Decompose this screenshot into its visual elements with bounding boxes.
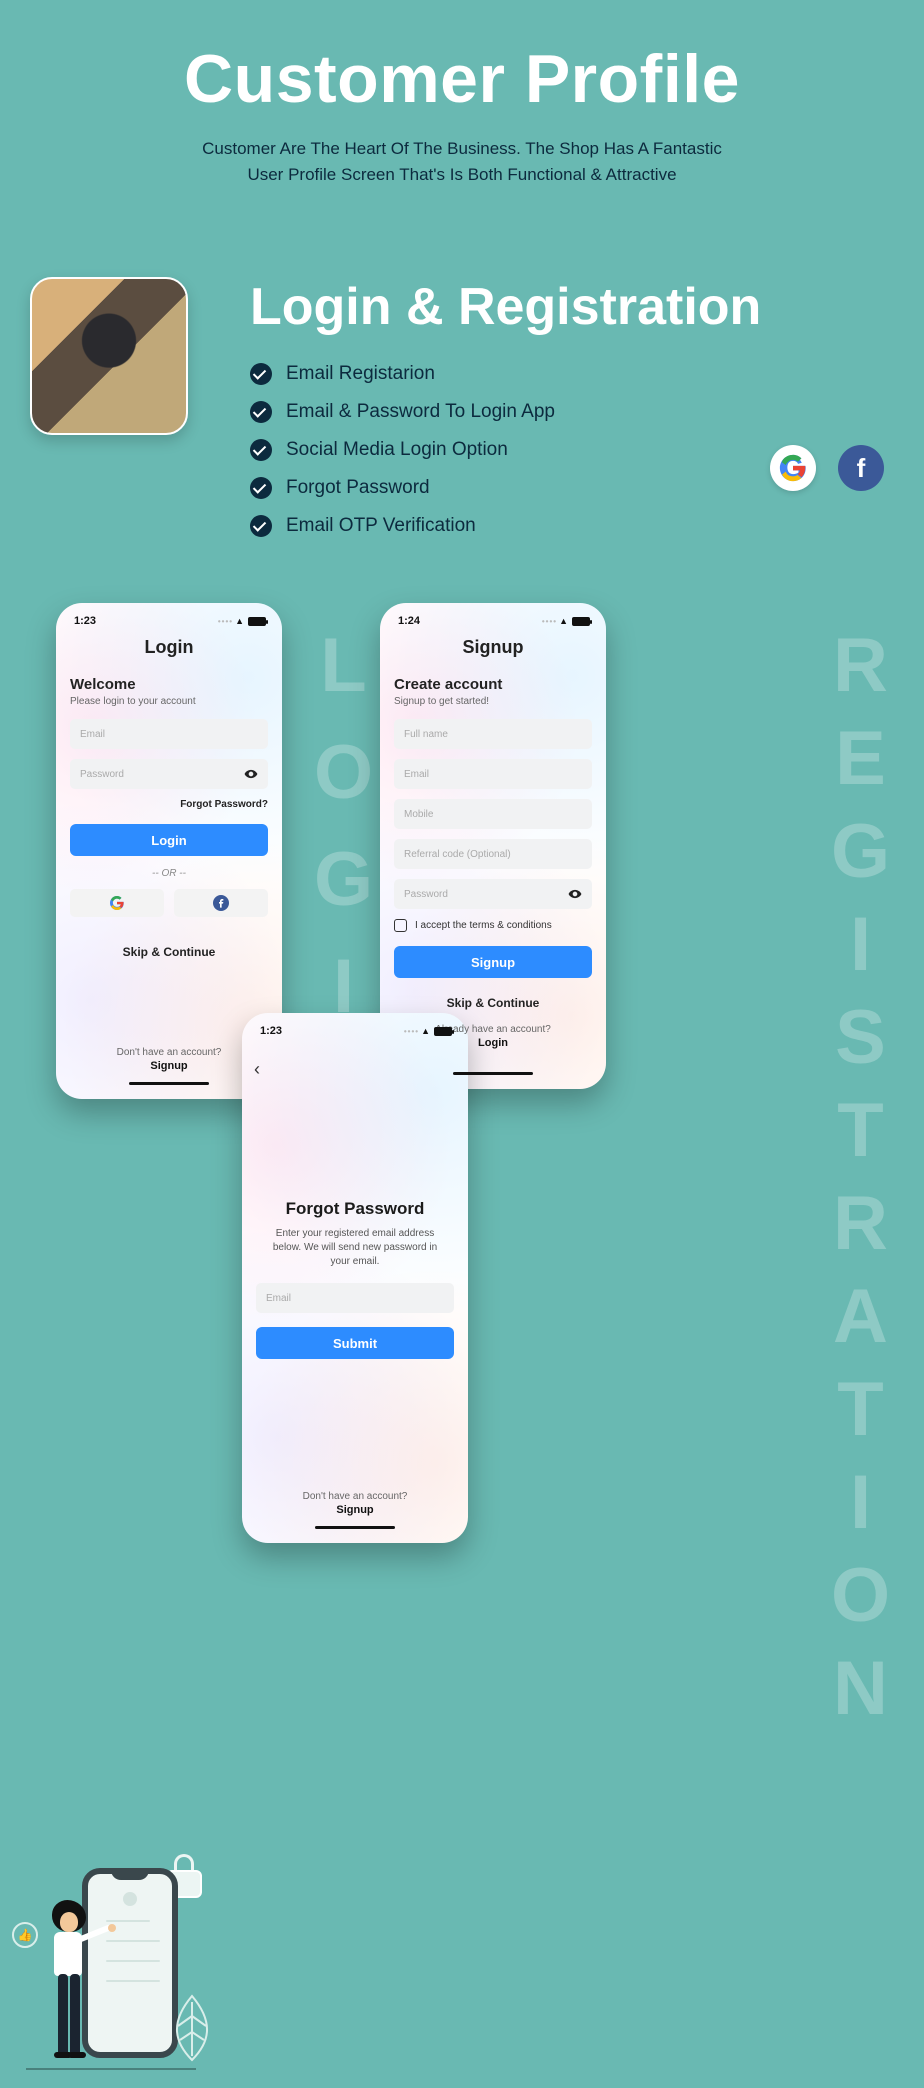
- login-button[interactable]: Login: [70, 824, 268, 856]
- subtitle-line: Customer Are The Heart Of The Business. …: [0, 136, 924, 162]
- home-indicator: [129, 1082, 209, 1085]
- forgot-password-link[interactable]: Forgot Password?: [56, 789, 282, 810]
- subtitle-line: User Profile Screen That's Is Both Funct…: [0, 162, 924, 188]
- wifi-icon: [235, 615, 244, 627]
- create-account-subheading: Signup to get started!: [394, 696, 592, 707]
- registration-vertical-label: REGISTRATION: [817, 623, 904, 1739]
- signup-screen: 1:24 •••• Signup Create account Signup t…: [380, 603, 606, 1089]
- facebook-login-button[interactable]: [174, 889, 268, 917]
- feature-text: Social Media Login Option: [286, 439, 508, 461]
- signup-button[interactable]: Signup: [394, 946, 592, 978]
- fullname-field[interactable]: Full name: [394, 719, 592, 749]
- status-time: 1:23: [74, 615, 96, 627]
- status-bar: 1:24 ••••: [380, 613, 606, 629]
- battery-icon: [248, 617, 266, 626]
- referral-placeholder: Referral code (Optional): [404, 849, 511, 860]
- google-icon: [778, 453, 808, 483]
- status-bar: 1:23 ••••: [242, 1023, 468, 1039]
- feature-heading: Login & Registration: [250, 277, 894, 337]
- submit-button[interactable]: Submit: [256, 1327, 454, 1359]
- email-placeholder: Email: [266, 1293, 291, 1304]
- skip-link[interactable]: Skip & Continue: [56, 945, 282, 959]
- mobile-placeholder: Mobile: [404, 809, 433, 820]
- fullname-placeholder: Full name: [404, 729, 448, 740]
- check-icon: [250, 515, 272, 537]
- back-icon[interactable]: ‹: [254, 1059, 260, 1080]
- status-time: 1:24: [398, 615, 420, 627]
- wifi-icon: [421, 1025, 430, 1037]
- skip-link[interactable]: Skip & Continue: [380, 996, 606, 1010]
- signal-icon: ••••: [404, 1027, 419, 1036]
- create-account-heading: Create account: [394, 676, 592, 693]
- terms-checkbox[interactable]: [394, 919, 407, 932]
- wifi-icon: [559, 615, 568, 627]
- password-placeholder: Password: [80, 769, 124, 780]
- referral-field[interactable]: Referral code (Optional): [394, 839, 592, 869]
- illustration: 👍: [12, 1808, 222, 2068]
- password-field[interactable]: Password: [394, 879, 592, 909]
- terms-label: I accept the terms & conditions: [415, 920, 552, 931]
- email-placeholder: Email: [404, 769, 429, 780]
- or-divider: -- OR --: [56, 868, 282, 879]
- feature-item: Email & Password To Login App: [250, 401, 894, 423]
- email-field[interactable]: Email: [70, 719, 268, 749]
- eye-icon[interactable]: [568, 887, 582, 901]
- welcome-heading: Welcome: [70, 676, 268, 693]
- welcome-subheading: Please login to your account: [70, 696, 268, 707]
- forgot-password-screen: 1:23 •••• ‹ Forgot Password Enter your r…: [242, 1013, 468, 1543]
- login-title: Login: [56, 637, 282, 658]
- leaf-icon: [164, 1992, 220, 2062]
- battery-icon: [434, 1027, 452, 1036]
- signup-link[interactable]: Signup: [242, 1504, 468, 1516]
- feature-item: Email Registarion: [250, 363, 894, 385]
- eye-icon[interactable]: [244, 767, 258, 781]
- person-illustration: [30, 1888, 100, 2068]
- home-indicator: [315, 1526, 395, 1529]
- google-login-button[interactable]: [70, 889, 164, 917]
- email-field[interactable]: Email: [394, 759, 592, 789]
- signup-prompt: Don't have an account?: [242, 1491, 468, 1502]
- battery-icon: [572, 617, 590, 626]
- profile-photo: [30, 277, 188, 435]
- password-field[interactable]: Password: [70, 759, 268, 789]
- feature-text: Email & Password To Login App: [286, 401, 555, 423]
- signal-icon: ••••: [218, 617, 233, 626]
- page-subtitle: Customer Are The Heart Of The Business. …: [0, 136, 924, 187]
- email-field[interactable]: Email: [256, 1283, 454, 1313]
- check-icon: [250, 363, 272, 385]
- feature-text: Email Registarion: [286, 363, 435, 385]
- feature-text: Forgot Password: [286, 477, 430, 499]
- forgot-description: Enter your registered email address belo…: [264, 1227, 446, 1269]
- page-title: Customer Profile: [0, 40, 924, 118]
- password-placeholder: Password: [404, 889, 448, 900]
- status-bar: 1:23 ••••: [56, 613, 282, 629]
- check-icon: [250, 439, 272, 461]
- signal-icon: ••••: [542, 617, 557, 626]
- status-time: 1:23: [260, 1025, 282, 1037]
- feature-text: Email OTP Verification: [286, 515, 476, 537]
- google-icon: G: [770, 445, 816, 491]
- forgot-title: Forgot Password: [264, 1199, 446, 1219]
- feature-item: Email OTP Verification: [250, 515, 894, 537]
- mobile-field[interactable]: Mobile: [394, 799, 592, 829]
- facebook-icon: f: [838, 445, 884, 491]
- check-icon: [250, 477, 272, 499]
- check-icon: [250, 401, 272, 423]
- signup-title: Signup: [380, 637, 606, 658]
- email-placeholder: Email: [80, 729, 105, 740]
